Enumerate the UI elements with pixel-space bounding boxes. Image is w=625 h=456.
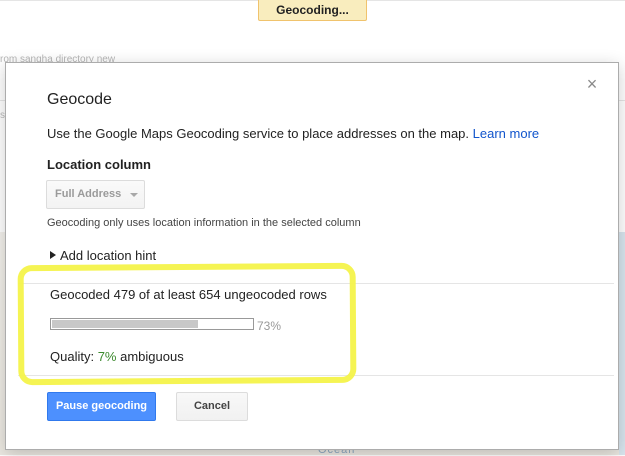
geocoding-status-toast: Geocoding... [258,0,367,21]
location-column-note: Geocoding only uses location information… [47,217,361,229]
highlight-annotation [17,262,357,386]
location-column-value: Full Address [55,188,122,200]
chevron-down-icon [130,193,138,197]
close-icon[interactable]: × [585,74,599,94]
background-map-water [619,232,625,455]
dialog-intro: Use the Google Maps Geocoding service to… [47,126,539,141]
add-location-hint-toggle[interactable]: Add location hint [50,248,156,263]
dialog-title: Geocode [47,91,112,108]
location-column-label: Location column [47,157,151,172]
location-column-dropdown[interactable]: Full Address [46,180,145,209]
learn-more-link[interactable]: Learn more [473,126,539,141]
disclosure-triangle-icon [50,251,56,259]
cancel-button[interactable]: Cancel [176,392,248,421]
pause-geocoding-button[interactable]: Pause geocoding [47,392,156,421]
intro-text: Use the Google Maps Geocoding service to… [47,126,470,141]
add-location-hint-label: Add location hint [60,248,157,263]
